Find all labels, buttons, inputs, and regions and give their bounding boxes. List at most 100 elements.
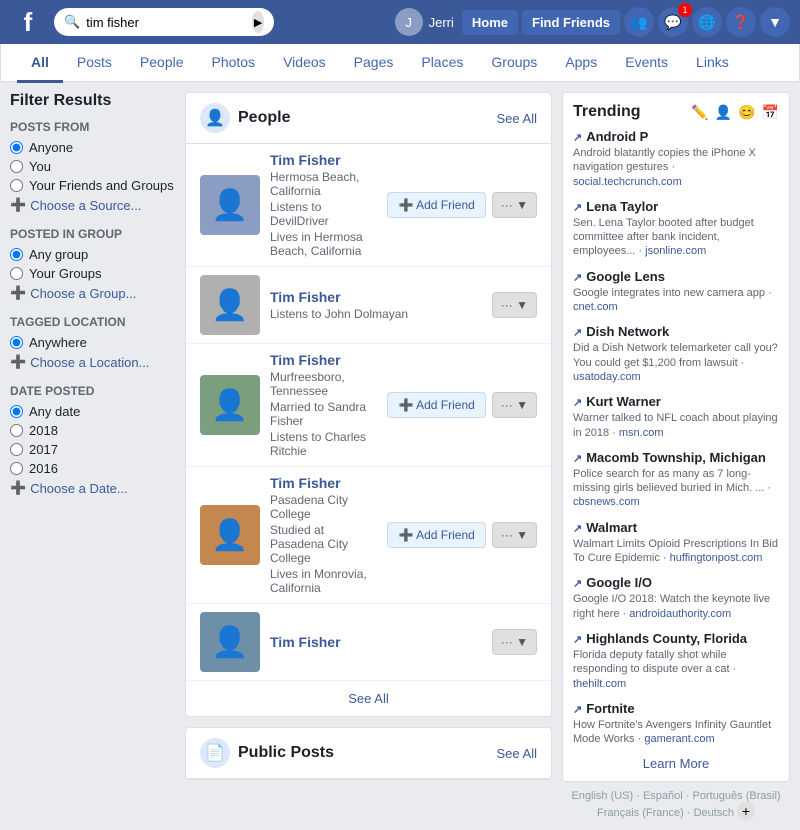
list-item: ↗Lena Taylor Sen. Lena Taylor booted aft… (573, 199, 779, 259)
tab-people[interactable]: People (126, 44, 198, 83)
public-posts-see-all[interactable]: See All (497, 746, 537, 761)
tab-posts[interactable]: Posts (63, 44, 126, 83)
search-input[interactable] (86, 15, 246, 30)
search-bar: 🔍 ▶ (54, 8, 274, 36)
trend-topic[interactable]: ↗Lena Taylor (573, 199, 779, 214)
public-posts-header: 📄 Public Posts See All (186, 728, 551, 779)
radio-2016[interactable]: 2016 (10, 461, 175, 476)
date-posted-label: DATE POSTED (10, 384, 175, 398)
filter-date-posted: DATE POSTED Any date 2018 2017 2016 ➕Cho… (10, 384, 175, 496)
radio-you[interactable]: You (10, 159, 175, 174)
radio-any-date[interactable]: Any date (10, 404, 175, 419)
more-options-button[interactable]: ··· ▼ (492, 629, 537, 655)
user-name: Jerri (429, 15, 454, 30)
person-detail: Murfreesboro, Tennessee (270, 370, 377, 398)
more-options-button[interactable]: ··· ▼ (492, 392, 537, 418)
trend-topic[interactable]: ↗Dish Network (573, 324, 779, 339)
more-options-button[interactable]: ··· ▼ (492, 192, 537, 218)
person-name[interactable]: Tim Fisher (270, 289, 482, 305)
lang-french[interactable]: Français (France) (597, 807, 684, 819)
tab-apps[interactable]: Apps (551, 44, 611, 83)
trend-topic[interactable]: ↗Macomb Township, Michigan (573, 450, 779, 465)
person-name[interactable]: Tim Fisher (270, 475, 377, 491)
tab-photos[interactable]: Photos (198, 44, 270, 83)
globe-icon[interactable]: 🌐 (692, 7, 722, 37)
person-detail: Studied at Pasadena City College (270, 523, 377, 565)
tab-videos[interactable]: Videos (269, 44, 340, 83)
choose-date-link[interactable]: ➕Choose a Date... (10, 480, 175, 496)
facebook-logo[interactable]: f (10, 4, 46, 40)
nav-buttons: Home Find Friends 👥 💬 1 🌐 ❓ ▼ (462, 7, 790, 37)
person-info: Tim Fisher Murfreesboro, Tennessee Marri… (270, 352, 377, 458)
tab-pages[interactable]: Pages (340, 44, 408, 83)
person-detail: Pasadena City College (270, 493, 377, 521)
trending-icons: ✏️ 👤 😊 📅 (691, 104, 779, 121)
help-icon[interactable]: ❓ (726, 7, 756, 37)
search-tabs: All Posts People Photos Videos Pages Pla… (0, 44, 800, 82)
list-item: ↗Fortnite How Fortnite's Avengers Infini… (573, 701, 779, 747)
friend-requests-icon[interactable]: 👥 (624, 7, 654, 37)
filter-tagged-location: TAGGED LOCATION Anywhere ➕Choose a Locat… (10, 315, 175, 370)
trend-topic[interactable]: ↗Google Lens (573, 269, 779, 284)
radio-2018[interactable]: 2018 (10, 423, 175, 438)
people-icon: 👤 (200, 103, 230, 133)
radio-2017[interactable]: 2017 (10, 442, 175, 457)
radio-friends-groups[interactable]: Your Friends and Groups (10, 178, 175, 193)
choose-group-link[interactable]: ➕Choose a Group... (10, 285, 175, 301)
choose-location-link[interactable]: ➕Choose a Location... (10, 354, 175, 370)
choose-source-link[interactable]: ➕Choose a Source... (10, 197, 175, 213)
learn-more-link[interactable]: Learn More (643, 756, 709, 771)
list-item: ↗Dish Network Did a Dish Network telemar… (573, 324, 779, 384)
trending-calendar-icon[interactable]: 📅 (762, 104, 779, 121)
tab-events[interactable]: Events (611, 44, 682, 83)
trend-topic[interactable]: ↗Kurt Warner (573, 394, 779, 409)
more-options-button[interactable]: ··· ▼ (492, 522, 537, 548)
person-name[interactable]: Tim Fisher (270, 352, 377, 368)
more-options-button[interactable]: ··· ▼ (492, 292, 537, 318)
trend-topic[interactable]: ↗Google I/O (573, 575, 779, 590)
radio-anyone[interactable]: Anyone (10, 140, 175, 155)
lang-espanol[interactable]: Español (643, 790, 683, 802)
person-actions: ··· ▼ (492, 292, 537, 318)
home-button[interactable]: Home (462, 10, 518, 35)
find-friends-button[interactable]: Find Friends (522, 10, 620, 35)
main-content: Filter Results POSTS FROM Anyone You You… (0, 82, 800, 830)
trending-card: Trending ✏️ 👤 😊 📅 ↗Android P Android bla… (562, 92, 790, 782)
trending-smile-icon[interactable]: 😊 (738, 104, 755, 121)
lang-portuguese[interactable]: Português (Brasil) (693, 790, 781, 802)
trend-topic[interactable]: ↗Highlands County, Florida (573, 631, 779, 646)
person-name[interactable]: Tim Fisher (270, 152, 377, 168)
trend-desc: Florida deputy fatally shot while respon… (573, 648, 779, 691)
tab-groups[interactable]: Groups (477, 44, 551, 83)
trend-topic[interactable]: ↗Android P (573, 129, 779, 144)
list-item: ↗Walmart Walmart Limits Opioid Prescript… (573, 520, 779, 566)
people-see-all[interactable]: See All (497, 111, 537, 126)
posted-in-group-label: POSTED IN GROUP (10, 227, 175, 241)
radio-any-group[interactable]: Any group (10, 247, 175, 262)
trend-topic[interactable]: ↗Walmart (573, 520, 779, 535)
radio-anywhere[interactable]: Anywhere (10, 335, 175, 350)
people-header-left: 👤 People (200, 103, 290, 133)
lang-english[interactable]: English (US) (571, 790, 633, 802)
person-actions: ➕ Add Friend ··· ▼ (387, 522, 537, 548)
top-nav: f 🔍 ▶ J Jerri Home Find Friends 👥 💬 1 🌐 … (0, 0, 800, 44)
person-info: Tim Fisher Pasadena City College Studied… (270, 475, 377, 595)
search-icon: 🔍 (64, 14, 80, 30)
dropdown-icon[interactable]: ▼ (760, 7, 790, 37)
trending-edit-icon[interactable]: ✏️ (691, 104, 708, 121)
trend-topic[interactable]: ↗Fortnite (573, 701, 779, 716)
person-name[interactable]: Tim Fisher (270, 634, 482, 650)
add-language-button[interactable]: + (737, 802, 755, 820)
nav-user[interactable]: J Jerri (395, 8, 454, 36)
tab-links[interactable]: Links (682, 44, 743, 83)
people-bottom-see-all[interactable]: See All (186, 681, 551, 716)
add-friend-button[interactable]: ➕ Add Friend (387, 392, 485, 418)
search-submit-button[interactable]: ▶ (252, 11, 264, 33)
radio-your-groups[interactable]: Your Groups (10, 266, 175, 281)
add-friend-button[interactable]: ➕ Add Friend (387, 522, 485, 548)
tab-places[interactable]: Places (407, 44, 477, 83)
add-friend-button[interactable]: ➕ Add Friend (387, 192, 485, 218)
trending-person-icon[interactable]: 👤 (715, 104, 732, 121)
tab-all[interactable]: All (17, 44, 63, 83)
lang-deutsch[interactable]: Deutsch (694, 807, 734, 819)
